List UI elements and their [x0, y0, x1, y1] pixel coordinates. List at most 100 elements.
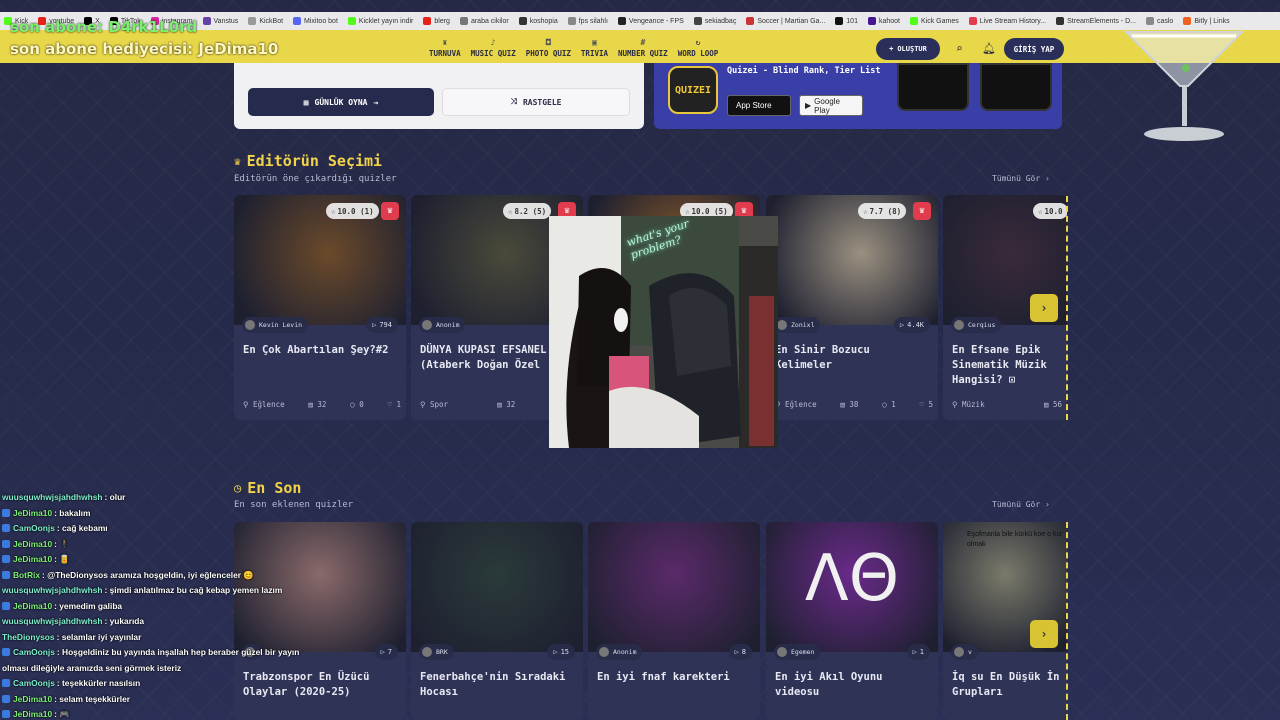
quiz-card[interactable]: ☆ 10.0 (1) ♛ Kevin Levin ▷ 794 En Çok Abartıla… — [234, 195, 406, 420]
daily-play-button[interactable]: ▦ GÜNLÜK OYNA → — [248, 88, 434, 116]
carousel-edge — [1066, 522, 1068, 720]
quiz-title[interactable]: İq su En Düşük İn Grupları — [952, 670, 1067, 700]
rating-value: 10.0 — [1044, 206, 1063, 216]
chat-username[interactable]: JeDima10 — [13, 508, 52, 518]
chat-username[interactable]: wuusquwhwjsjahdhwhsh — [2, 492, 103, 502]
avatar — [954, 320, 964, 330]
author-chip[interactable]: Cerqius — [951, 317, 1002, 333]
bookmark-favicon-icon — [746, 17, 755, 25]
bookmark-item[interactable]: sekiadbaç — [693, 17, 736, 25]
quiz-card[interactable]: ΛΘ Egemen ▷ 1 En iyi Akıl Oyunu videosu — [766, 522, 938, 720]
author-name: Zonixl — [791, 321, 815, 329]
star-icon: ☆ — [508, 206, 513, 216]
carousel-next-button[interactable]: › — [1030, 620, 1058, 648]
nav-item-music-quiz[interactable]: ♪ MUSIC QUIZ — [466, 38, 521, 58]
bell-icon[interactable]: 🔔︎ — [982, 42, 996, 55]
latest-see-all-link[interactable]: Tümünü Gör › — [992, 500, 1050, 509]
chat-username[interactable]: wuusquwhwjsjahdhwhsh — [2, 585, 103, 595]
search-icon[interactable]: ⌕ — [956, 42, 963, 55]
bookmark-item[interactable]: Live Stream History... — [968, 17, 1047, 25]
bookmark-item[interactable]: Kick Games — [910, 17, 959, 25]
quiz-card[interactable]: BRK ▷ 15 Fenerbahçe'nin Sıradaki Hocası — [411, 522, 583, 720]
loop-icon: ↻ — [695, 38, 701, 47]
author-chip[interactable]: Egemen — [774, 644, 821, 660]
category-name: Eğlence — [253, 400, 285, 409]
camera-icon: ◘ — [545, 38, 551, 47]
editors-see-all-link[interactable]: Tümünü Gör › — [992, 174, 1050, 183]
chat-username[interactable]: TheDionysos — [2, 632, 55, 642]
chat-username[interactable]: JeDima10 — [13, 694, 52, 704]
favorite-button[interactable]: ♛ — [381, 202, 399, 220]
chat-username[interactable]: CamOonjs — [13, 678, 55, 688]
create-button[interactable]: + OLUŞTUR — [876, 38, 940, 60]
bookmark-item[interactable]: 101 — [835, 17, 858, 25]
bookmark-label: fps silahlı — [578, 17, 608, 25]
author-chip[interactable]: Zonixl — [774, 317, 821, 333]
bookmark-label: Live Stream History... — [979, 17, 1047, 25]
bookmark-favicon-icon — [910, 17, 918, 25]
nav-item-word-loop[interactable]: ↻ WORD LOOP — [673, 38, 724, 58]
app-store-button[interactable]: App Store — [727, 95, 791, 116]
chat-username[interactable]: JeDima10 — [13, 554, 52, 564]
category-label: ⚲ Eğlence — [243, 400, 285, 409]
bookmark-item[interactable]: koshopia — [518, 17, 558, 25]
nav-item-turnuva[interactable]: ♜ TURNUVA — [424, 38, 466, 58]
quiz-title[interactable]: En Sinir Bozucu Kelimeler — [775, 343, 933, 373]
login-button[interactable]: GİRİŞ YAP — [1004, 38, 1064, 60]
bookmark-item[interactable]: KickBot — [248, 17, 283, 25]
chat-username[interactable]: JeDima10 — [13, 709, 52, 719]
chat-text: olması dileğiyle aramızda seni görmek is… — [2, 662, 182, 673]
chat-username[interactable]: JeDima10 — [13, 601, 52, 611]
star-icon: ☆ — [1038, 206, 1043, 216]
bookmark-item[interactable]: Bitly | Links — [1183, 17, 1230, 25]
quiz-card[interactable]: ☆ 7.7 (8) ♛ Zonixl ▷ 4.4K En Sinir Bozucu Keli… — [766, 195, 938, 420]
quiz-meta: ⚲ Eğlence ▤ 38 ◯ 1 ♡ 5 — [775, 400, 933, 409]
author-chip[interactable]: Anonim — [419, 317, 466, 333]
carousel-next-button[interactable]: › — [1030, 294, 1058, 322]
author-chip[interactable]: BRK — [419, 644, 454, 660]
quiz-card[interactable]: Anonim ▷ 8 En iyi fnaf karekteri — [588, 522, 760, 720]
google-play-button[interactable]: ▶ Google Play — [799, 95, 863, 116]
bookmark-item[interactable]: Soccer | Martian Ga... — [746, 17, 825, 25]
bookmark-favicon-icon — [968, 17, 977, 25]
bookmark-item[interactable]: Vengeance - FPS — [617, 17, 684, 25]
chat-username[interactable]: wuusquwhwjsjahdhwhsh — [2, 616, 103, 626]
chat-username[interactable]: CamOonjs — [13, 647, 55, 657]
rating-value: 7.7 (8) — [869, 206, 902, 216]
bookmark-item[interactable]: araba cikilor — [459, 17, 509, 25]
author-chip[interactable]: v — [951, 644, 978, 660]
chat-badge-icon — [2, 570, 10, 579]
author-chip[interactable]: Anonim — [596, 644, 643, 660]
chat-text: cağ kebamı — [62, 523, 108, 533]
bookmark-item[interactable]: Kicklet yayın indir — [347, 17, 413, 25]
chat-username[interactable]: CamOonjs — [13, 523, 55, 533]
quiz-title[interactable]: En Çok Abartılan Şey?#2 — [243, 343, 401, 358]
quiz-title[interactable]: Fenerbahçe'nin Sıradaki Hocası — [420, 670, 578, 700]
avatar — [777, 320, 787, 330]
nav-item-number-quiz[interactable]: # NUMBER QUIZ — [613, 38, 673, 58]
nav-item-photo-quiz[interactable]: ◘ PHOTO QUIZ — [521, 38, 576, 58]
phone-mockup — [980, 63, 1052, 111]
chat-message: JeDima10: 🕴 — [2, 537, 302, 553]
bookmark-item[interactable]: Vanstus — [202, 17, 238, 25]
bookmark-item[interactable]: StreamElements - D... — [1056, 17, 1136, 25]
bookmark-item[interactable]: fps silahlı — [567, 17, 608, 25]
quiz-title[interactable]: En iyi fnaf karekteri — [597, 670, 755, 685]
quiz-title[interactable]: En Efsane Epik Sinematik Müzik Hangisi? … — [952, 343, 1062, 388]
bookmark-item[interactable]: Mixitoo bot — [293, 17, 338, 25]
play-count-value: 8 — [741, 648, 746, 656]
bookmark-favicon-icon — [347, 17, 356, 25]
quiz-thumbnail — [411, 522, 583, 652]
quiz-title[interactable]: En iyi Akıl Oyunu videosu — [775, 670, 933, 700]
chat-username[interactable]: JeDima10 — [13, 539, 52, 549]
chat-badge-icon — [2, 648, 10, 656]
author-chip[interactable]: Kevin Levin — [242, 317, 309, 333]
favorite-button[interactable]: ♛ — [913, 202, 931, 220]
random-button[interactable]: ⤨ RASTGELE — [442, 88, 630, 116]
nav-item-trivia[interactable]: ▣ TRIVIA — [576, 38, 613, 58]
bookmark-item[interactable]: kahoot — [867, 17, 900, 25]
bookmark-item[interactable]: blerg — [423, 17, 450, 25]
chat-username[interactable]: BotRix — [13, 570, 40, 580]
bookmark-item[interactable]: caslo — [1145, 17, 1173, 25]
question-count-value: 38 — [849, 400, 859, 409]
